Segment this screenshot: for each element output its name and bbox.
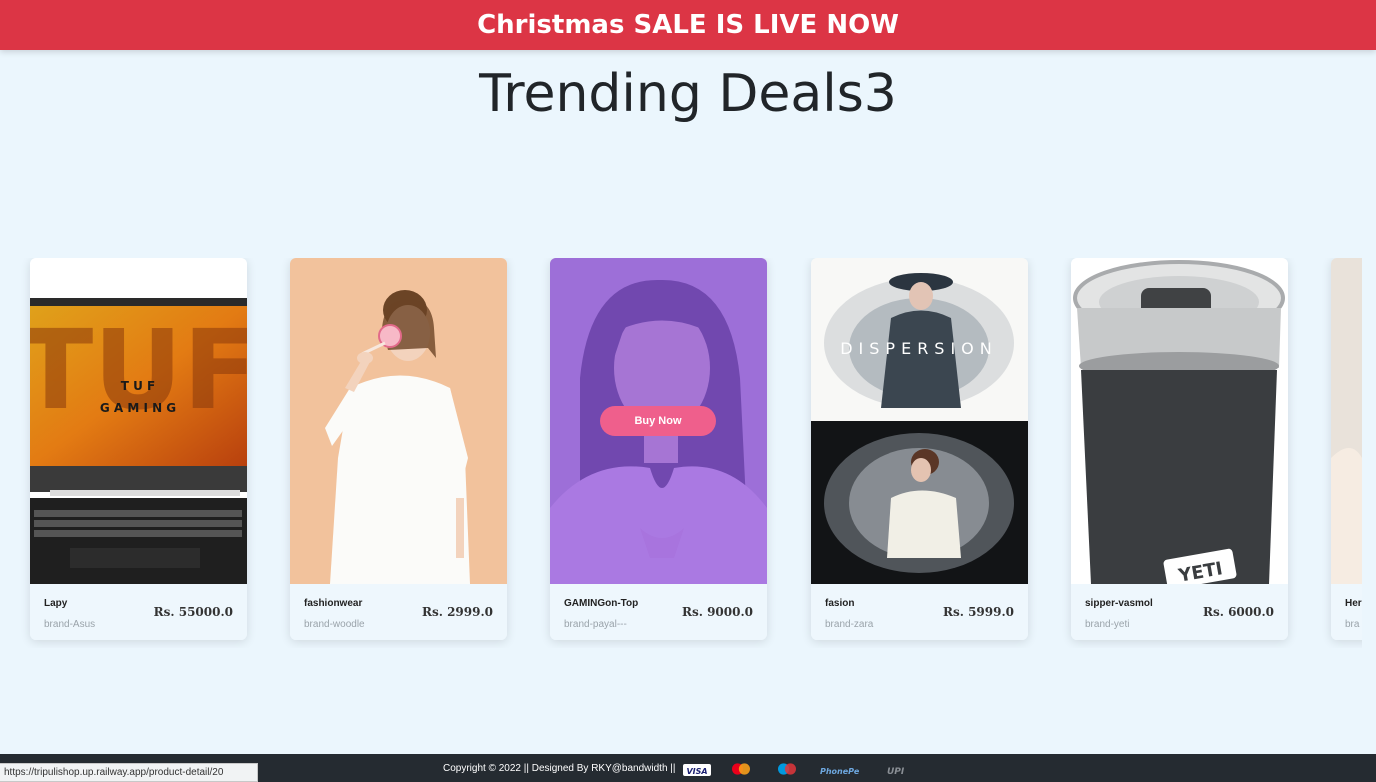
product-name[interactable]: GAMINGon-Top <box>564 598 638 609</box>
product-price: Rs. 5999.0 <box>942 605 1014 619</box>
product-image-partial[interactable] <box>1331 258 1362 584</box>
product-card-lapy[interactable]: TUF T U F G A M I N G Lapy brand-Asus Rs… <box>30 258 247 640</box>
svg-text:T U F: T U F <box>121 379 155 393</box>
product-name[interactable]: sipper-vasmol <box>1085 598 1153 609</box>
product-image-fashionwear[interactable] <box>290 258 507 584</box>
product-info: fasion brand-zara Rs. 5999.0 <box>811 584 1028 640</box>
product-image-fasion[interactable]: DISPERSION <box>811 258 1028 584</box>
sale-banner: Christmas SALE IS LIVE NOW <box>0 0 1376 50</box>
maestro-icon <box>778 763 796 775</box>
svg-text:UPI: UPI <box>887 767 905 776</box>
sale-banner-text: Christmas SALE IS LIVE NOW <box>477 10 899 40</box>
svg-text:VISA: VISA <box>686 767 707 776</box>
svg-text:G A M I N G: G A M I N G <box>100 401 176 415</box>
product-info: fashionwear brand-woodle Rs. 2999.0 <box>290 584 507 640</box>
product-card-fashionwear[interactable]: fashionwear brand-woodle Rs. 2999.0 <box>290 258 507 640</box>
product-info: GAMINGon-Top brand-payal--- Rs. 9000.0 <box>550 584 767 640</box>
product-price: Rs. 9000.0 <box>681 605 753 619</box>
visa-icon: VISA <box>683 764 711 776</box>
product-name[interactable]: fasion <box>825 598 854 609</box>
product-brand: brand-yeti <box>1085 619 1130 630</box>
product-info: sipper-vasmol brand-yeti Rs. 6000.0 <box>1071 584 1288 640</box>
upi-icon: UPI <box>887 767 905 776</box>
buy-now-button[interactable]: Buy Now <box>600 406 716 436</box>
svg-text:DISPERSION: DISPERSION <box>840 339 998 358</box>
page-title: Trending Deals3 <box>479 64 897 124</box>
svg-text:PhonePe: PhonePe <box>820 767 860 776</box>
product-image-sipper-vasmol[interactable]: YETI <box>1071 258 1288 584</box>
product-price: Rs. 2999.0 <box>421 605 493 619</box>
product-card-fasion[interactable]: DISPERSION fasion brand-zara Rs. 5999.0 <box>811 258 1028 640</box>
product-price: Rs. 55000.0 <box>153 605 233 619</box>
product-info: Her bra <box>1331 584 1362 640</box>
product-image-gamingon-top[interactable]: Buy Now <box>550 258 767 584</box>
product-brand: brand-zara <box>825 619 874 630</box>
product-carousel[interactable]: TUF T U F G A M I N G Lapy brand-Asus Rs… <box>0 258 1362 648</box>
product-info: Lapy brand-Asus Rs. 55000.0 <box>30 584 247 640</box>
product-brand: brand-woodle <box>304 619 365 630</box>
footer-copyright: Copyright © 2022 || Designed By RKY@band… <box>443 763 676 774</box>
phonepe-icon: PhonePe <box>820 767 860 776</box>
product-brand: brand-payal--- <box>564 619 627 630</box>
status-bar-url: https://tripulishop.up.railway.app/produ… <box>0 763 258 782</box>
product-name[interactable]: fashionwear <box>304 598 362 609</box>
mastercard-icon <box>732 763 750 775</box>
product-image-laptop[interactable]: TUF T U F G A M I N G <box>30 258 247 584</box>
product-card-sipper-vasmol[interactable]: YETI sipper-vasmol brand-yeti Rs. 6000.0 <box>1071 258 1288 640</box>
product-brand: bra <box>1345 619 1360 630</box>
product-card-partial[interactable]: Her bra <box>1331 258 1362 640</box>
product-card-gamingon-top[interactable]: Buy Now GAMINGon-Top brand-payal--- Rs. … <box>550 258 767 640</box>
product-name[interactable]: Lapy <box>44 598 67 609</box>
product-brand: brand-Asus <box>44 619 96 630</box>
product-name[interactable]: Her <box>1345 598 1362 609</box>
product-price: Rs. 6000.0 <box>1202 605 1274 619</box>
